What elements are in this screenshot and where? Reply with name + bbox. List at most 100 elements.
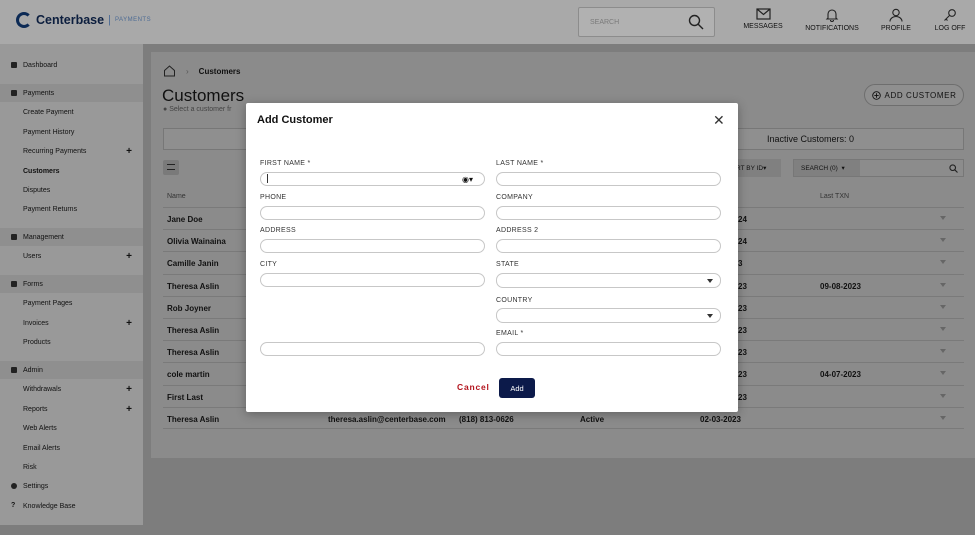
bottom-edge: [0, 525, 975, 535]
page-hint: ● Select a customer fr: [163, 106, 232, 113]
bell-icon: [825, 9, 839, 22]
sidebar-item-dashboard[interactable]: Dashboard: [0, 56, 143, 74]
chevron-down-icon: ▾: [763, 165, 767, 172]
home-icon: [11, 62, 17, 68]
notifications-button[interactable]: NOTIFICATIONS: [805, 8, 859, 32]
extra-field[interactable]: [260, 342, 485, 356]
chevron-down-icon[interactable]: [940, 349, 946, 353]
add-customer-button[interactable]: ADD CUSTOMER: [864, 84, 964, 106]
address-label: ADDRESS: [260, 227, 296, 234]
question-icon: ?: [11, 502, 16, 509]
chevron-down-icon[interactable]: [940, 238, 946, 242]
address-2-field[interactable]: [496, 239, 721, 253]
list-icon: [167, 164, 175, 170]
cancel-button[interactable]: Cancel: [457, 382, 490, 392]
notifications-label: NOTIFICATIONS: [805, 25, 859, 32]
sidebar-item-reports[interactable]: Reports +: [0, 400, 143, 418]
chevron-down-icon[interactable]: [940, 327, 946, 331]
profile-button[interactable]: PROFILE: [880, 8, 912, 32]
modal-title: Add Customer: [257, 114, 333, 126]
search-icon[interactable]: [949, 164, 958, 173]
brand-subtitle: PAYMENTS: [114, 17, 152, 23]
address-field[interactable]: [260, 239, 485, 253]
expand-icon[interactable]: +: [126, 251, 132, 262]
close-icon[interactable]: ✕: [713, 113, 725, 127]
sidebar-item-forms[interactable]: Forms: [0, 275, 143, 293]
sidebar-item-risk[interactable]: Risk: [0, 458, 143, 476]
expand-icon[interactable]: +: [126, 318, 132, 329]
country-select[interactable]: [496, 308, 721, 323]
page-title: Customers: [162, 86, 245, 105]
sidebar-item-payment-pages[interactable]: Payment Pages: [0, 294, 143, 312]
sidebar-item-products[interactable]: Products: [0, 333, 143, 351]
sidebar-item-payment-history[interactable]: Payment History: [0, 123, 143, 141]
company-field[interactable]: [496, 206, 721, 220]
sidebar-item-invoices[interactable]: Invoices +: [0, 314, 143, 332]
home-icon[interactable]: [163, 65, 176, 77]
search-input[interactable]: [579, 8, 679, 36]
profile-label: PROFILE: [881, 25, 911, 32]
chevron-down-icon[interactable]: [940, 260, 946, 264]
chevron-down-icon[interactable]: [940, 371, 946, 375]
chevron-down-icon[interactable]: [940, 216, 946, 220]
expand-icon[interactable]: +: [126, 146, 132, 157]
sidebar-item-settings[interactable]: Settings: [0, 477, 143, 495]
log-off-label: LOG OFF: [934, 25, 966, 32]
phone-label: PHONE: [260, 194, 287, 201]
sidebar-item-customers[interactable]: Customers: [0, 162, 143, 180]
form-icon: [11, 281, 17, 287]
address-2-label: ADDRESS 2: [496, 227, 539, 234]
customer-search[interactable]: SEARCH (0) ▾: [793, 159, 964, 177]
log-off-button[interactable]: LOG OFF: [933, 8, 967, 32]
sidebar-item-payments[interactable]: Payments: [0, 84, 143, 102]
top-bar: Centerbase | PAYMENTS MESSAGES NOTIFICAT…: [0, 0, 975, 44]
chevron-down-icon[interactable]: [940, 394, 946, 398]
sidebar-item-email-alerts[interactable]: Email Alerts: [0, 439, 143, 457]
sidebar-item-management[interactable]: Management: [0, 228, 143, 246]
sidebar-item-disputes[interactable]: Disputes: [0, 181, 143, 199]
sidebar-item-users[interactable]: Users +: [0, 247, 143, 265]
search-filter-dropdown[interactable]: SEARCH (0) ▾: [794, 160, 860, 176]
email-field[interactable]: [496, 342, 721, 356]
phone-field[interactable]: [260, 206, 485, 220]
first-name-field[interactable]: [260, 172, 485, 186]
card-icon: [11, 90, 17, 96]
state-select[interactable]: [496, 273, 721, 288]
brand-logo[interactable]: Centerbase | PAYMENTS: [16, 12, 151, 28]
key-icon: [944, 9, 956, 21]
chevron-right-icon: ›: [186, 66, 189, 76]
sidebar-item-admin[interactable]: Admin: [0, 361, 143, 379]
country-label: COUNTRY: [496, 297, 533, 304]
breadcrumb-current: Customers: [198, 66, 241, 76]
chevron-down-icon[interactable]: [940, 305, 946, 309]
text-cursor: [267, 174, 268, 183]
expand-icon[interactable]: +: [126, 404, 132, 415]
sidebar-item-web-alerts[interactable]: Web Alerts: [0, 419, 143, 437]
person-icon: [11, 234, 17, 240]
sidebar-item-recurring-payments[interactable]: Recurring Payments +: [0, 142, 143, 160]
city-field[interactable]: [260, 273, 485, 287]
sidebar-item-knowledge-base[interactable]: ? Knowledge Base: [0, 497, 143, 515]
messages-button[interactable]: MESSAGES: [743, 8, 783, 30]
gear-icon: [11, 483, 17, 489]
first-name-label: FIRST NAME *: [260, 160, 311, 167]
add-customer-modal: Add Customer ✕ FIRST NAME * ◉▾ LAST NAME…: [246, 103, 738, 412]
last-name-field[interactable]: [496, 172, 721, 186]
sidebar-item-withdrawals[interactable]: Withdrawals +: [0, 380, 143, 398]
contact-picker-icon[interactable]: ◉▾: [462, 175, 473, 184]
sort-dropdown[interactable]: RT BY ID ▾: [733, 159, 781, 177]
add-button[interactable]: Add: [499, 378, 535, 398]
column-header-name[interactable]: Name: [167, 193, 186, 200]
expand-icon[interactable]: +: [126, 384, 132, 395]
last-name-label: LAST NAME *: [496, 160, 544, 167]
column-header-last-txn[interactable]: Last TXN: [820, 193, 849, 200]
search-icon[interactable]: [688, 14, 704, 30]
list-view-button[interactable]: [163, 160, 179, 175]
monitor-icon: [11, 367, 17, 373]
sidebar-item-create-payment[interactable]: Create Payment: [0, 103, 143, 121]
global-search[interactable]: [578, 7, 715, 37]
sidebar-item-payment-returns[interactable]: Payment Returns: [0, 200, 143, 218]
chevron-down-icon[interactable]: [940, 416, 946, 420]
chevron-down-icon[interactable]: [940, 283, 946, 287]
state-label: STATE: [496, 261, 520, 268]
